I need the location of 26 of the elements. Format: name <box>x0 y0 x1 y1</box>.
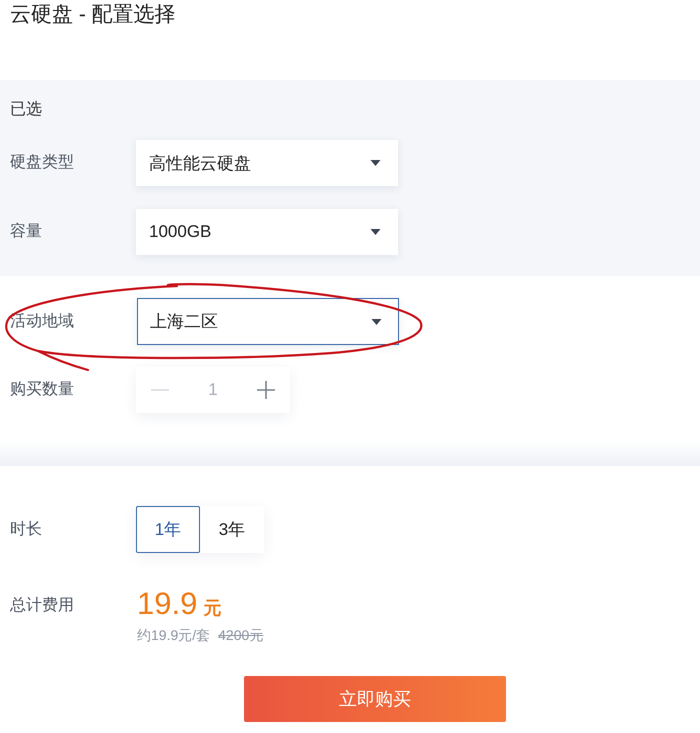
field-label: 硬盘类型 <box>10 153 75 173</box>
field-label: 活动地域 <box>10 312 75 332</box>
caret-icon <box>370 160 381 166</box>
duration-option[interactable]: 3年 <box>200 506 264 553</box>
dropdown-field[interactable]: 上海二区 <box>137 298 399 345</box>
currency-unit: 元 <box>203 597 222 620</box>
field-label: 容量 <box>10 222 43 242</box>
original-price: 4200元 <box>218 627 264 643</box>
increment-button[interactable] <box>242 367 290 413</box>
duration-option[interactable]: 1年 <box>136 506 200 553</box>
total-price: 19.9 <box>137 586 198 622</box>
caret-icon <box>370 229 381 235</box>
dropdown-value: 高性能云硬盘 <box>149 152 251 174</box>
dropdown-value: 上海二区 <box>150 311 218 333</box>
section-heading: 已选 <box>10 100 42 120</box>
field-label: 总计费用 <box>10 596 75 616</box>
field-label: 时长 <box>10 520 43 540</box>
dropdown-field[interactable]: 1000GB <box>136 209 398 255</box>
minus-icon <box>151 389 169 391</box>
unit-price: 约19.9元/套 <box>137 627 210 643</box>
dropdown-field[interactable]: 高性能云硬盘 <box>136 140 398 186</box>
page-title: 云硬盘 - 配置选择 <box>10 2 176 28</box>
dropdown-value: 1000GB <box>149 222 212 242</box>
field-label: 购买数量 <box>10 380 75 400</box>
plus-icon <box>257 381 275 399</box>
caret-icon <box>371 318 382 324</box>
